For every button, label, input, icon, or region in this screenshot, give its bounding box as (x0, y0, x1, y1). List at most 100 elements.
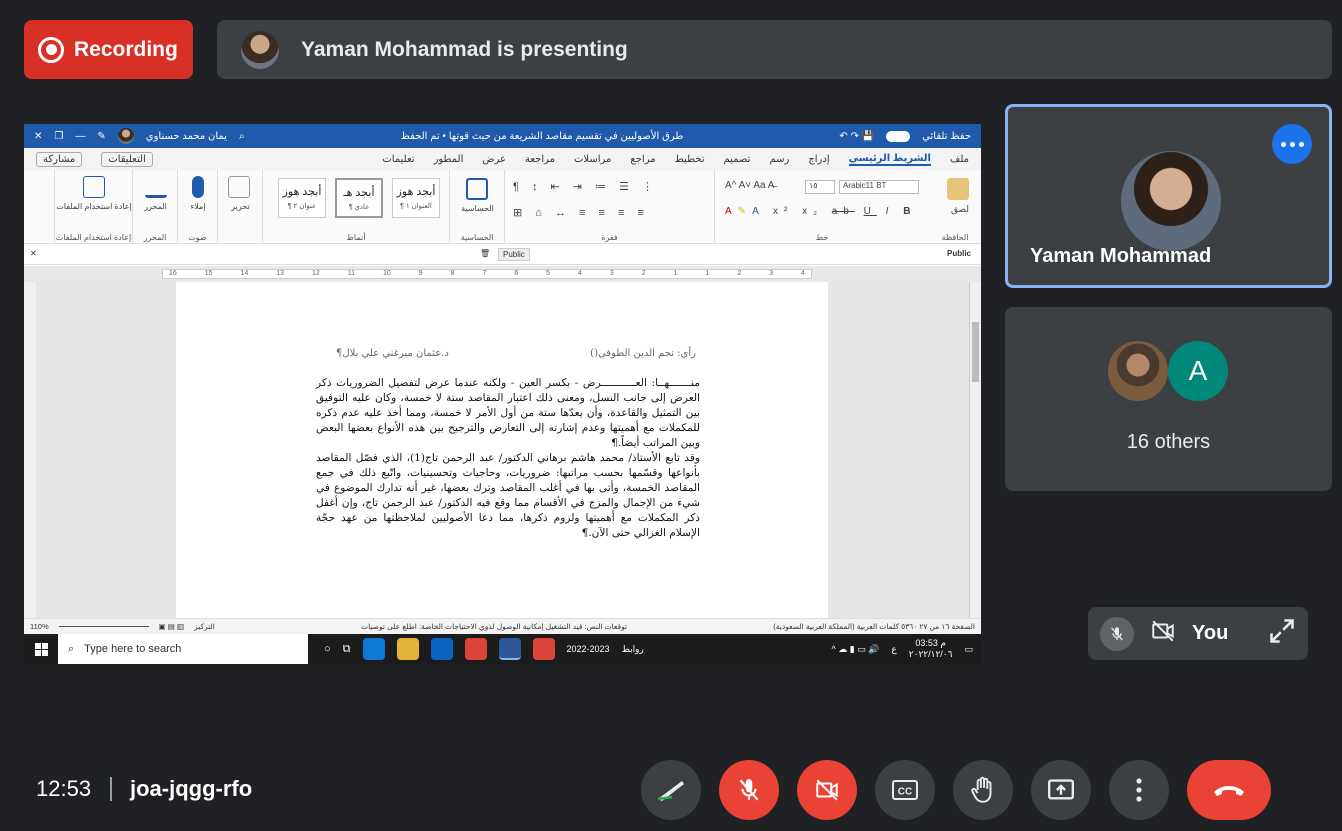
meeting-code[interactable]: joa-jqgg-rfo (130, 776, 252, 802)
font-group: Arabic11 BT ١٥ A^ A˅ Aa A̶ A✎A x² x₂ ab … (714, 170, 929, 244)
explorer-icon[interactable] (396, 638, 419, 660)
share-button[interactable]: مشاركة (36, 151, 83, 167)
zoom-slider[interactable] (58, 626, 149, 627)
tab-layout[interactable]: تخطيط (675, 154, 705, 165)
edge-icon[interactable] (362, 638, 385, 660)
sensitivity-bar: ✕ 🗑 Public Public (24, 245, 981, 265)
font-name-select[interactable]: Arabic11 BT (839, 180, 919, 194)
language-indicator[interactable]: ع (891, 644, 896, 655)
editor-group-name: المحرر (143, 233, 167, 242)
word-icon[interactable] (498, 638, 521, 660)
captions-icon: CC (892, 780, 918, 800)
tab-review[interactable]: مراجعة (525, 154, 555, 165)
tab-draw[interactable]: رسم (769, 154, 789, 165)
pen-icon[interactable]: ✎ (97, 131, 105, 142)
tray-icons[interactable]: ^ ☁ ▮ ▭ 🔊 (832, 644, 880, 655)
dictate-mic-icon[interactable] (192, 176, 204, 198)
voice-group: إملاء صوت (177, 170, 217, 244)
outlook-icon[interactable] (430, 638, 453, 660)
more-options-button[interactable] (1272, 124, 1312, 164)
styles-group: أبجد هوز ¶ العنوان ١ أبجد هـ ¶ عادي أبجد ه… (262, 170, 449, 244)
more-options-button[interactable] (1109, 760, 1169, 820)
ruler-mark: 4 (801, 270, 805, 277)
raise-hand-button[interactable] (953, 760, 1013, 820)
taskbar-links[interactable]: روابط (622, 644, 644, 655)
tab-view[interactable]: عرض (482, 154, 506, 165)
leave-call-button[interactable] (1187, 760, 1271, 820)
close-bar-icon[interactable]: ✕ (30, 249, 37, 258)
captions-button[interactable]: CC (875, 760, 935, 820)
chrome-icon-2[interactable] (532, 638, 555, 660)
ruler-marks[interactable]: 16 15 14 13 12 11 10 9 8 7 6 5 4 3 2 1 1 2 3 4 (162, 269, 812, 279)
toolbar-icons[interactable]: ↶ ↷ 💾 (839, 131, 874, 142)
others-tile[interactable]: A 16 others (1005, 307, 1332, 491)
tab-home[interactable]: الشريط الرئيسي (848, 153, 931, 166)
paste-icon[interactable] (947, 178, 969, 200)
more-vert-icon (1136, 778, 1142, 802)
taskbar-folder[interactable]: 2022-2023 (567, 644, 610, 654)
tab-references[interactable]: مراجع (630, 154, 655, 165)
font-size-select[interactable]: ١٥ (805, 180, 835, 194)
paragraph-list-icons[interactable]: ¶ ↕ ⇤ ⇥ ≔ ☰ ⋮ (513, 180, 658, 193)
presenter-avatar (241, 30, 279, 69)
focus-button[interactable]: التركيز (194, 622, 215, 631)
ruler-mark: 8 (450, 270, 455, 277)
style-heading-1[interactable]: أبجد هوز ¶ العنوان ١ (392, 178, 440, 218)
recording-indicator[interactable]: Recording (24, 20, 193, 79)
tab-file[interactable]: ملف (950, 154, 969, 165)
minimize-icon[interactable]: — (75, 131, 85, 142)
present-screen-button[interactable] (1031, 760, 1091, 820)
paragraph-align-icons[interactable]: ⊞ ⌂ ↔ ≡ ≡ ≡ ≡ (513, 206, 649, 219)
sensitivity-status[interactable]: Public (947, 249, 971, 258)
tab-design[interactable]: تصميم (724, 154, 751, 165)
style-heading-2[interactable]: أبجد هوز ¶ عنوان ٢ (278, 178, 326, 218)
vertical-scrollbar[interactable] (969, 282, 981, 618)
tab-insert[interactable]: إدراج (808, 154, 829, 165)
find-icon[interactable] (228, 176, 250, 198)
task-view-icon[interactable]: ⧉ (343, 643, 351, 656)
camera-off-icon (1148, 618, 1178, 650)
tab-mailings[interactable]: مراسلات (574, 154, 611, 165)
close-icon[interactable]: ✕ (34, 131, 42, 142)
restore-icon[interactable]: ❐ (54, 131, 63, 142)
search-icon[interactable]: ⌕ (239, 131, 245, 142)
document-body[interactable]: منـــــــهــا: العـــــــــــرض - بكسر ا… (316, 376, 700, 541)
tab-developer[interactable]: المطور (434, 154, 464, 165)
clock[interactable]: 03:53 م ٢٠٢٢/١٢/٠٦ (909, 638, 953, 660)
view-icons[interactable]: ▣ ▤ ▥ (159, 622, 184, 631)
mic-toggle-button[interactable] (719, 760, 779, 820)
sensitivity-icon[interactable] (466, 178, 488, 200)
ruler-mark: 3 (769, 270, 774, 277)
user-avatar[interactable] (117, 128, 134, 144)
presenter-name: Yaman Mohammad (1030, 245, 1212, 267)
sensitivity-tag[interactable]: Public (498, 248, 530, 261)
ruler-mark: 5 (546, 270, 551, 277)
font-grow-icons[interactable]: A^ A˅ Aa A̶ (725, 180, 774, 191)
notifications-icon[interactable]: ▭ (964, 644, 973, 655)
start-button[interactable] (24, 634, 58, 664)
reuse-files-icon[interactable] (83, 176, 105, 198)
trash-icon[interactable]: 🗑 (480, 249, 490, 258)
editor-group: المحرر المحرر (132, 170, 177, 244)
annotate-button[interactable] (641, 760, 701, 820)
presenting-text: Yaman Mohammad is presenting (301, 37, 628, 61)
font-format-icons[interactable]: A✎A x² x₂ ab U I B (725, 206, 916, 217)
you-label: You (1192, 622, 1229, 644)
tab-help[interactable]: تعليمات (382, 154, 414, 165)
editor-pen-icon[interactable] (145, 176, 167, 198)
ruler-mark: 1 (705, 270, 710, 277)
presenter-tile[interactable]: Yaman Mohammad (1005, 104, 1332, 288)
taskbar-search[interactable]: ⌕ Type here to search (58, 634, 308, 664)
comments-button[interactable]: التعليقات (101, 151, 153, 167)
expand-icon[interactable] (1268, 617, 1296, 651)
document-page[interactable]: رأي: نجم الدين الطوفي() د.عثمان مبرغني ع… (176, 282, 828, 618)
self-view-tile[interactable]: You (1088, 607, 1308, 660)
chrome-icon[interactable] (464, 638, 487, 660)
camera-toggle-button[interactable] (797, 760, 857, 820)
word-title-bar: ✕ ❐ — ✎ يمان محمد حسناوي ⌕ طرق الأصوليين… (24, 124, 981, 148)
style-normal[interactable]: أبجد هـ ¶ عادي (335, 178, 383, 218)
windows-taskbar: ⌕ Type here to search ○ ⧉ 2022-2023 رواب… (24, 634, 981, 664)
zoom-level[interactable]: 110% (30, 622, 49, 631)
cortana-icon[interactable]: ○ (324, 643, 331, 655)
autosave-toggle[interactable] (886, 130, 911, 142)
